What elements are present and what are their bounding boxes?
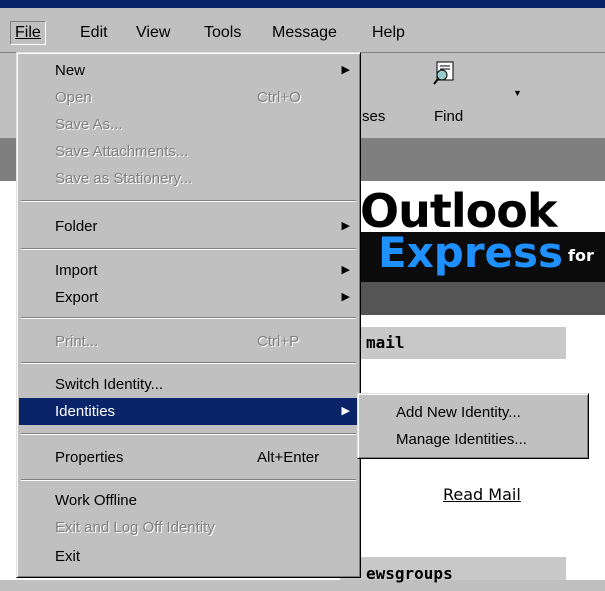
menu-item-exit-log-off: Exit and Log Off Identity xyxy=(19,514,358,541)
menu-separator xyxy=(21,200,356,202)
menu-item-properties-label: Properties xyxy=(55,449,124,466)
menu-item-save-attachments-label: Save Attachments... xyxy=(55,143,189,160)
menu-view[interactable]: View xyxy=(132,22,174,44)
menu-item-save-as: Save As... xyxy=(19,111,358,138)
submenu-arrow-icon: ▶ xyxy=(341,264,350,276)
menu-item-print-label: Print... xyxy=(55,333,99,350)
menu-item-identities-label: Identities xyxy=(55,403,116,420)
menu-item-new[interactable]: New ▶ xyxy=(19,57,358,84)
find-button-label[interactable]: Find xyxy=(434,108,463,125)
menu-item-import-label: Import xyxy=(55,262,98,279)
menu-item-save-as-label: Save As... xyxy=(55,116,123,133)
submenu-item-add-new-identity[interactable]: Add New Identity... xyxy=(360,399,586,426)
menu-help[interactable]: Help xyxy=(368,22,409,44)
menu-item-identities[interactable]: Identities ▶ xyxy=(19,398,358,425)
menu-separator xyxy=(21,248,356,250)
submenu-arrow-icon: ▶ xyxy=(341,291,350,303)
menu-message[interactable]: Message xyxy=(268,22,341,44)
addresses-button-label[interactable]: ses xyxy=(362,108,385,125)
menu-item-switch-identity[interactable]: Switch Identity... xyxy=(19,371,358,398)
menu-view-label: View xyxy=(136,24,171,41)
menu-item-properties[interactable]: Properties Alt+Enter xyxy=(19,444,358,471)
newsgroups-section-heading: ewsgroups xyxy=(340,557,566,583)
menu-item-switch-identity-label: Switch Identity... xyxy=(55,376,164,393)
shortcut-open: Ctrl+O xyxy=(257,89,301,106)
mail-section-heading: mail xyxy=(340,327,566,359)
find-dropdown-arrow-icon[interactable]: ▼ xyxy=(513,88,522,98)
menu-message-label: Message xyxy=(272,24,337,41)
menu-item-exit[interactable]: Exit xyxy=(19,543,358,570)
window-title-bar-edge xyxy=(0,0,605,8)
submenu-arrow-icon: ▶ xyxy=(341,405,350,417)
submenu-item-add-new-identity-label: Add New Identity... xyxy=(396,404,521,421)
menu-edit[interactable]: Edit xyxy=(76,22,112,44)
menu-edit-label: Edit xyxy=(80,24,108,41)
menu-tools[interactable]: Tools xyxy=(200,22,245,44)
logo-express-text: Express xyxy=(378,228,564,277)
menu-item-print: Print... Ctrl+P xyxy=(19,328,358,355)
menu-item-exit-label: Exit xyxy=(55,548,81,565)
menu-separator xyxy=(21,317,356,319)
menu-separator xyxy=(21,479,356,481)
menu-item-folder-label: Folder xyxy=(55,218,98,235)
menu-file[interactable]: File xyxy=(10,21,46,45)
shortcut-properties: Alt+Enter xyxy=(257,449,320,466)
menu-item-new-label: New xyxy=(55,62,86,79)
shortcut-print: Ctrl+P xyxy=(257,333,300,350)
submenu-arrow-icon: ▶ xyxy=(341,220,350,232)
menu-item-save-attachments: Save Attachments... xyxy=(19,138,358,165)
read-mail-link[interactable]: Read Mail xyxy=(443,485,521,504)
menu-item-folder[interactable]: Folder ▶ xyxy=(19,213,358,240)
menu-item-import[interactable]: Import ▶ xyxy=(19,257,358,284)
menu-item-open: Open Ctrl+O xyxy=(19,84,358,111)
menu-separator xyxy=(21,362,356,364)
submenu-item-manage-identities-label: Manage Identities... xyxy=(396,431,527,448)
menu-bar: File Edit View Tools Message Help xyxy=(0,8,605,53)
submenu-arrow-icon: ▶ xyxy=(341,64,350,76)
menu-item-work-offline[interactable]: Work Offline xyxy=(19,487,358,514)
menu-item-export-label: Export xyxy=(55,289,99,306)
submenu-item-manage-identities[interactable]: Manage Identities... xyxy=(360,426,586,453)
menu-item-open-label: Open xyxy=(55,89,92,106)
find-icon[interactable] xyxy=(432,60,458,86)
identities-submenu: Add New Identity... Manage Identities... xyxy=(357,393,589,459)
menu-item-work-offline-label: Work Offline xyxy=(55,492,137,509)
menu-separator xyxy=(21,433,356,435)
menu-item-save-as-stationery: Save as Stationery... xyxy=(19,165,358,192)
menu-file-label: File xyxy=(15,24,41,41)
menu-item-export[interactable]: Export ▶ xyxy=(19,284,358,311)
logo-gray-band xyxy=(340,282,605,315)
menu-item-save-as-stationery-label: Save as Stationery... xyxy=(55,170,193,187)
menu-item-exit-log-off-label: Exit and Log Off Identity xyxy=(55,519,215,536)
logo-for-text: for xyxy=(568,246,594,265)
menu-tools-label: Tools xyxy=(204,24,242,41)
file-menu: New ▶ Open Ctrl+O Save As... Save Attachme… xyxy=(16,52,361,578)
menu-help-label: Help xyxy=(372,24,405,41)
